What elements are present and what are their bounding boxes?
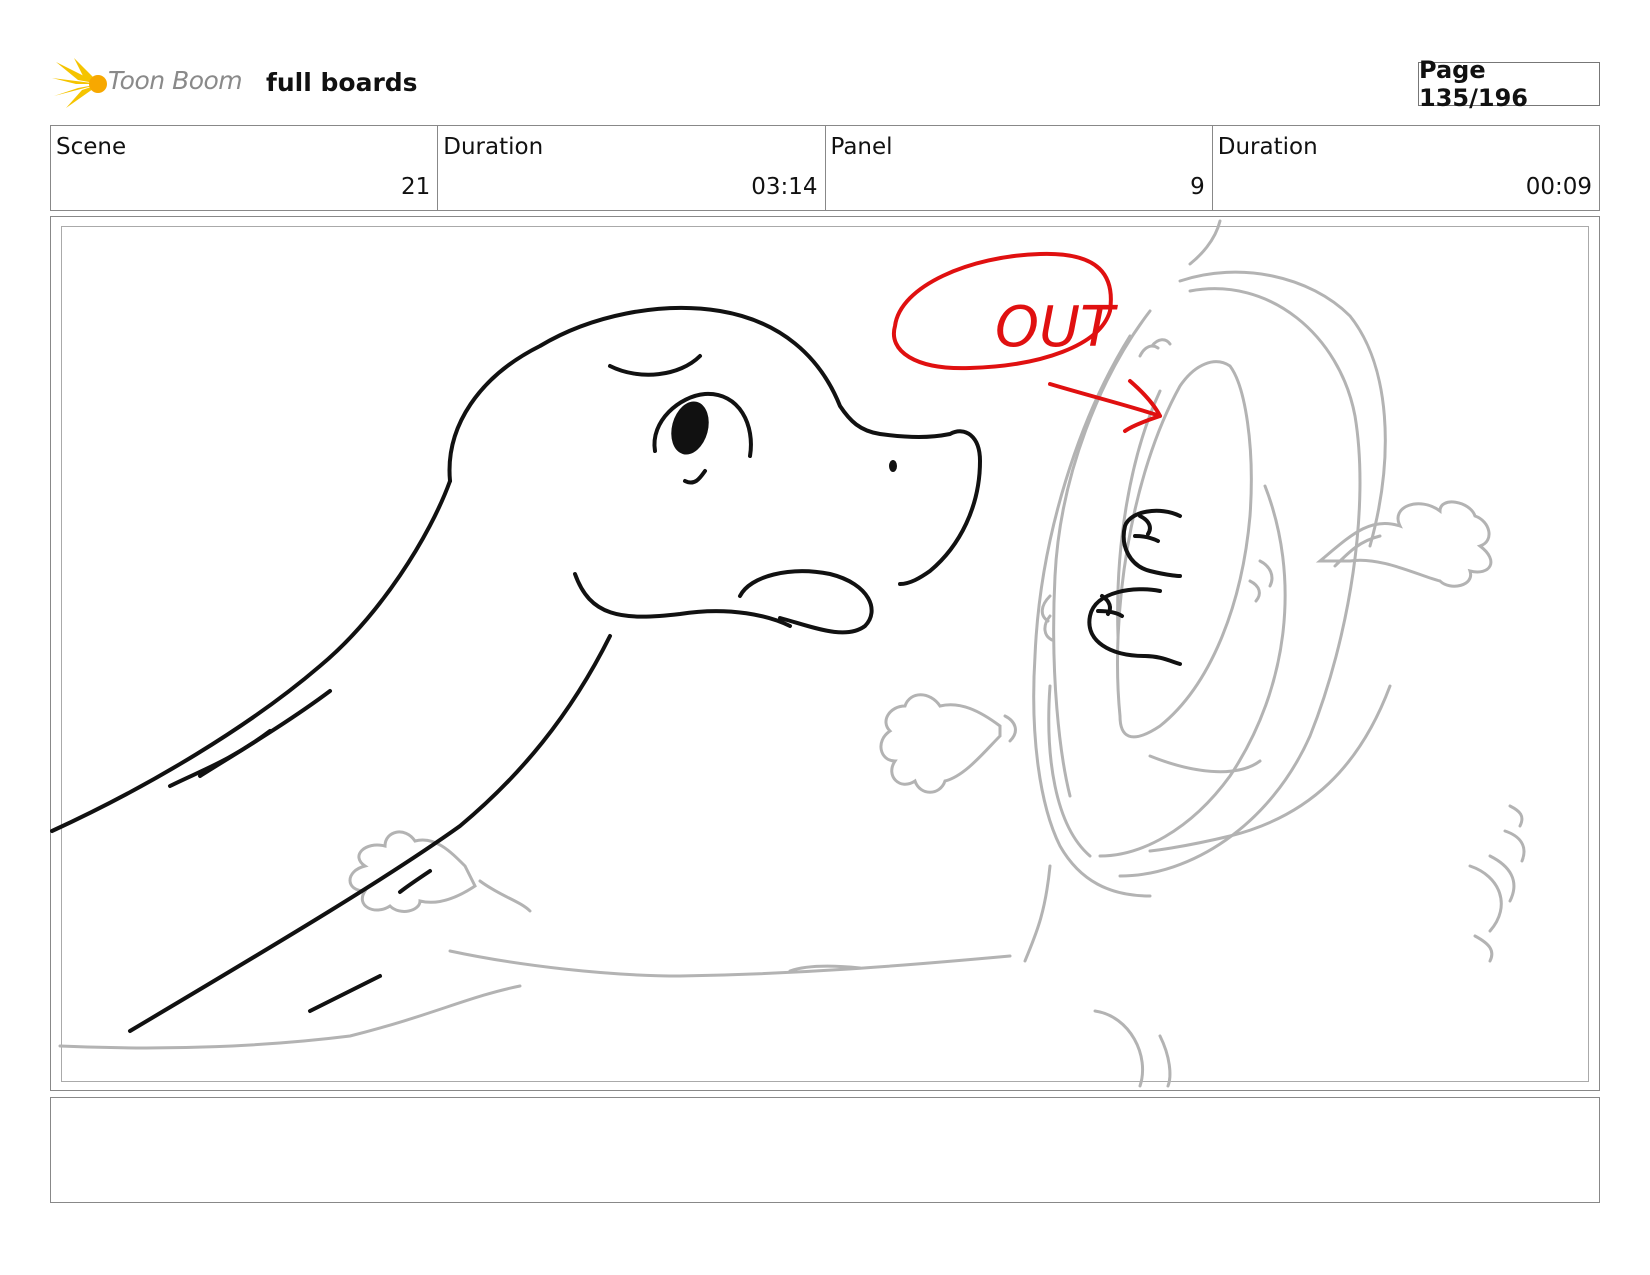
out-annotation-text: OUT <box>995 295 1118 360</box>
character-nostril <box>889 460 897 472</box>
page-indicator: Page 135/196 <box>1418 56 1600 112</box>
scene-label: Scene <box>56 134 127 160</box>
character-sketch <box>50 305 1182 1033</box>
panel-label: Panel <box>830 134 893 160</box>
panel-value: 9 <box>1190 174 1205 200</box>
scene-duration-cell: Duration 03:14 <box>438 126 826 210</box>
panel-cell: Panel 9 <box>826 126 1213 210</box>
scene-cell: Scene 21 <box>51 126 439 210</box>
project-title: full boards <box>266 68 418 97</box>
panel-notes-box[interactable] <box>50 1097 1600 1203</box>
scene-value: 21 <box>400 174 431 200</box>
storyboard-sketch: OUT <box>50 219 1526 1088</box>
tree-sketch <box>58 219 1526 1088</box>
logo-text: Toon Boom <box>108 66 243 95</box>
panel-duration-cell: Duration 00:09 <box>1213 126 1599 210</box>
panel-duration-value: 00:09 <box>1525 174 1592 200</box>
scene-duration-label: Duration <box>443 134 544 160</box>
scene-duration-value: 03:14 <box>751 174 818 200</box>
panel-duration-label: Duration <box>1217 134 1318 160</box>
scene-info-table: Scene 21 Duration 03:14 Panel 9 Duration… <box>50 125 1600 211</box>
toon-boom-logo: Toon Boom <box>52 56 252 112</box>
starburst-icon <box>52 58 107 108</box>
